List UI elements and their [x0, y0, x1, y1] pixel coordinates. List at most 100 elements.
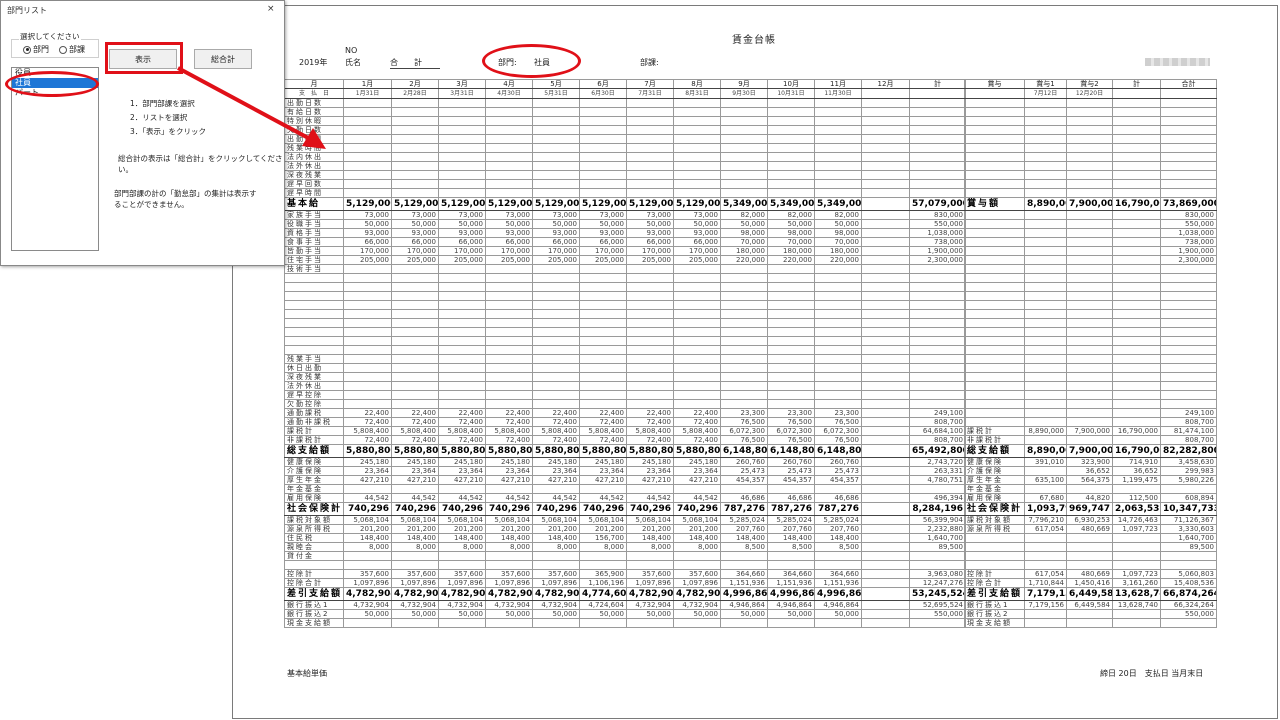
- table-cell: [814, 273, 862, 283]
- table-cell: 5,808,400: [438, 426, 486, 436]
- table-cell: [438, 116, 486, 126]
- table-cell: 66,000: [485, 237, 533, 247]
- table-cell: 23,364: [343, 466, 392, 476]
- table-cell: [532, 116, 580, 126]
- department-list-dialog: 部門リスト × 選択してください 部門 部課 役員 社員 パート 表示 総合計 …: [0, 0, 285, 266]
- bonus-cell: 249,100: [1160, 408, 1217, 418]
- table-row: 法外休出: [284, 381, 966, 391]
- bonus-cell: [1024, 210, 1067, 220]
- radio-section[interactable]: 部課: [59, 44, 85, 55]
- table-row: [284, 318, 966, 328]
- bonus-cell: [1066, 291, 1113, 301]
- bonus-column-header: 合計: [1160, 79, 1217, 89]
- bonus-row: [964, 399, 1217, 409]
- bonus-cell: [1160, 618, 1217, 628]
- table-cell: 50,000: [391, 219, 439, 229]
- table-cell: [720, 381, 768, 391]
- table-cell: [673, 318, 721, 328]
- table-cell: [861, 426, 910, 436]
- table-cell: 93,000: [438, 228, 486, 238]
- table-cell: [814, 309, 862, 319]
- table-cell: 148,400: [485, 533, 533, 543]
- table-cell: 364,660: [814, 569, 862, 579]
- table-cell: [814, 484, 862, 494]
- table-cell: [909, 484, 966, 494]
- row-label: 社会保険計: [284, 502, 344, 516]
- table-cell: 50,000: [626, 609, 674, 619]
- table-cell: [485, 107, 533, 117]
- payment-date: [861, 88, 910, 99]
- bonus-cell: 1,097,723: [1112, 569, 1161, 579]
- close-icon[interactable]: ×: [267, 4, 275, 14]
- payment-date: 支 払 日: [284, 88, 344, 99]
- bonus-cell: [1066, 318, 1113, 328]
- table-cell: [485, 179, 533, 189]
- table-cell: [720, 372, 768, 382]
- table-cell: [626, 327, 674, 337]
- table-cell: 23,364: [485, 466, 533, 476]
- table-cell: 50,000: [814, 219, 862, 229]
- table-cell: [673, 372, 721, 382]
- bonus-row-label: [964, 273, 1025, 283]
- total-button[interactable]: 総合計: [194, 49, 252, 69]
- bonus-row-label: [964, 542, 1025, 552]
- row-label: 皆勤手当: [284, 246, 344, 256]
- table-cell: [720, 318, 768, 328]
- table-cell: 44,542: [673, 493, 721, 503]
- table-row: 健康保険 245,180 245,180 245,180 245,180 245,180 2…: [284, 457, 966, 467]
- table-cell: [579, 354, 627, 364]
- table-cell: 5,068,104: [485, 515, 533, 525]
- table-cell: 72,400: [532, 417, 580, 427]
- bonus-cell: [1112, 372, 1161, 382]
- table-cell: [391, 134, 439, 144]
- bonus-cell: [1160, 372, 1217, 382]
- payment-date: 2月28日: [391, 88, 439, 99]
- table-cell: 170,000: [438, 246, 486, 256]
- table-cell: [438, 300, 486, 310]
- table-cell: 44,542: [343, 493, 392, 503]
- bonus-cell: 8,890,000: [1024, 444, 1067, 458]
- bonus-cell: [1024, 219, 1067, 229]
- table-row: 控除計 357,600 357,600 357,600 357,600 357,600 36…: [284, 569, 966, 579]
- table-cell: [814, 618, 862, 628]
- table-cell: 148,400: [391, 533, 439, 543]
- bonus-cell: [1160, 134, 1217, 144]
- table-cell: 72,400: [343, 417, 392, 427]
- table-cell: [861, 143, 910, 153]
- table-cell: [438, 345, 486, 355]
- table-cell: [767, 300, 815, 310]
- bonus-row-label: [964, 179, 1025, 189]
- column-header: 9月: [720, 79, 768, 89]
- table-cell: [861, 502, 910, 516]
- payment-date: 4月30日: [485, 88, 533, 99]
- table-cell: [861, 170, 910, 180]
- table-cell: [767, 618, 815, 628]
- bonus-cell: [1024, 98, 1067, 108]
- table-cell: 50,000: [720, 219, 768, 229]
- table-cell: [861, 417, 910, 427]
- table-cell: 8,000: [626, 542, 674, 552]
- payment-date: 7月31日: [626, 88, 674, 99]
- table-cell: [391, 551, 439, 561]
- table-cell: [767, 170, 815, 180]
- radio-department[interactable]: 部門: [23, 44, 49, 55]
- bonus-cell: 6,930,253: [1066, 515, 1113, 525]
- bonus-cell: [1112, 228, 1161, 238]
- table-cell: [438, 264, 486, 274]
- table-cell: [391, 161, 439, 171]
- radio-unselected-icon: [59, 45, 67, 54]
- bonus-row: 非課税計 808,700: [964, 435, 1217, 445]
- bonus-row: [964, 264, 1217, 274]
- bonus-row-label: [964, 170, 1025, 180]
- table-cell: [485, 336, 533, 346]
- row-label: 現金支給額: [284, 618, 344, 628]
- table-cell: [532, 618, 580, 628]
- table-cell: [814, 116, 862, 126]
- bonus-cell: 323,900: [1066, 457, 1113, 467]
- table-cell: [909, 551, 966, 561]
- bonus-cell: [1066, 228, 1113, 238]
- bonus-cell: [1024, 125, 1067, 135]
- table-cell: 364,660: [767, 569, 815, 579]
- bonus-row-label: [964, 336, 1025, 346]
- bonus-cell: [1066, 560, 1113, 570]
